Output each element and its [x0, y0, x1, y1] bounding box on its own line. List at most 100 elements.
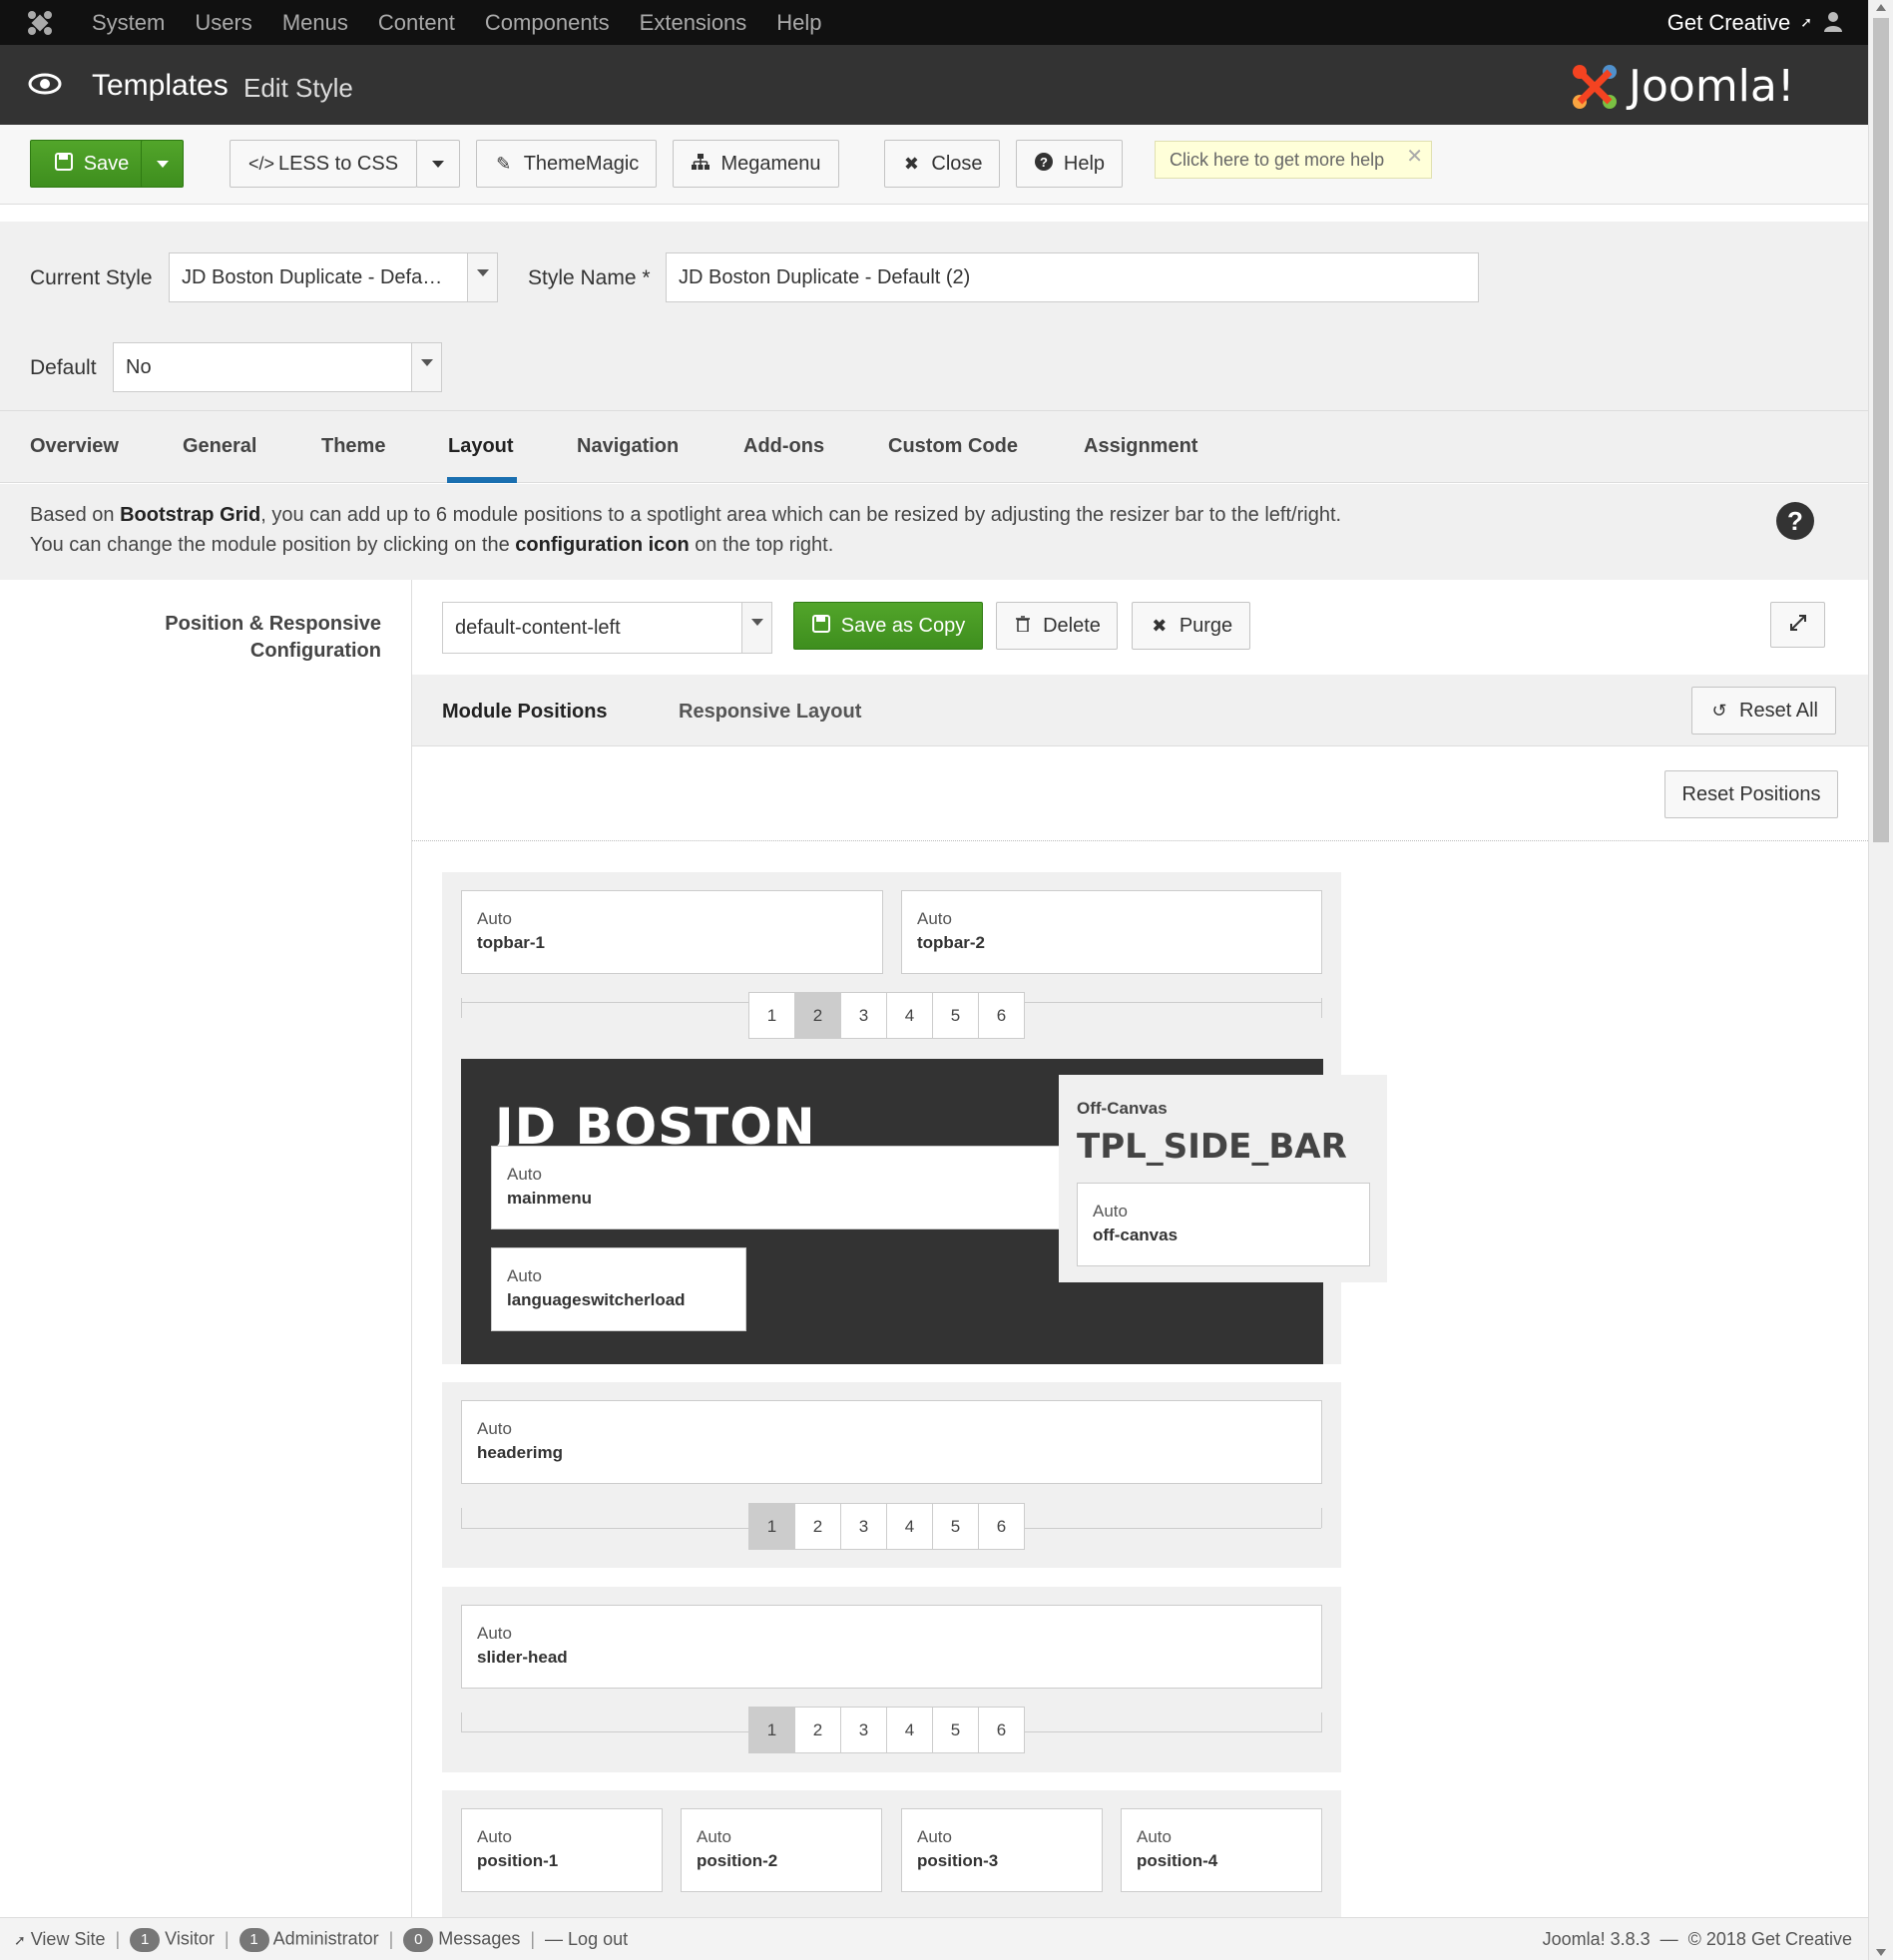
module-position-mainmenu[interactable]: Auto mainmenu: [491, 1146, 1087, 1229]
module-position-headerimg[interactable]: Auto headerimg: [461, 1400, 1322, 1484]
tab-overview[interactable]: Overview: [30, 435, 119, 458]
column-count-option[interactable]: 6: [978, 1707, 1025, 1753]
tab-theme[interactable]: Theme: [321, 435, 385, 458]
scroll-up-icon[interactable]: [1876, 4, 1886, 11]
delete-label: Delete: [1043, 614, 1101, 637]
view-site-link[interactable]: ➚ View Site: [14, 1929, 105, 1950]
column-count-option[interactable]: 2: [794, 1707, 841, 1753]
menu-content[interactable]: Content: [378, 10, 455, 36]
column-count-option[interactable]: 4: [886, 1503, 933, 1550]
undo-icon: ↺: [1711, 700, 1727, 721]
module-position-off-canvas[interactable]: Auto off-canvas: [1077, 1183, 1370, 1266]
tab-module-positions[interactable]: Module Positions: [442, 701, 608, 724]
tab-bar: Overview General Theme Layout Navigation…: [0, 411, 1868, 483]
scroll-down-icon[interactable]: [1876, 1949, 1886, 1956]
chevron-down-icon: [411, 343, 441, 391]
module-position-languageswitcherload[interactable]: Auto languageswitcherload: [491, 1247, 746, 1331]
site-link[interactable]: Get Creative ➚: [1667, 0, 1812, 45]
save-button[interactable]: Save: [30, 140, 152, 188]
less-to-css-button[interactable]: </> LESS to CSS: [230, 140, 417, 188]
tab-add-ons[interactable]: Add-ons: [743, 435, 824, 458]
visitor-count[interactable]: 1 Visitor: [130, 1927, 215, 1952]
reset-positions-button[interactable]: Reset Positions: [1664, 770, 1838, 818]
delete-button[interactable]: Delete: [996, 602, 1118, 650]
column-count-option[interactable]: 1: [748, 1503, 795, 1550]
top-menu-items: System Users Menus Content Components Ex…: [92, 0, 822, 45]
close-label: Close: [931, 152, 983, 175]
joomla-logo-text: Joomla!: [1629, 61, 1795, 112]
close-button[interactable]: ✖ Close: [884, 140, 1000, 188]
column-count-option[interactable]: 5: [932, 1707, 979, 1753]
fullscreen-button[interactable]: [1770, 602, 1825, 648]
tab-responsive-layout[interactable]: Responsive Layout: [679, 701, 861, 724]
layout-select[interactable]: default-content-left: [442, 602, 772, 654]
style-name-label: Style Name *: [528, 266, 651, 289]
code-icon: </>: [247, 153, 274, 174]
default-select[interactable]: No: [113, 342, 442, 392]
menu-menus[interactable]: Menus: [282, 10, 348, 36]
column-count-option[interactable]: 6: [978, 1503, 1025, 1550]
column-count-option[interactable]: 6: [978, 992, 1025, 1039]
page-title: Templates: [92, 69, 229, 102]
column-count-option[interactable]: 1: [748, 1707, 795, 1753]
column-count-option[interactable]: 5: [932, 1503, 979, 1550]
menu-extensions[interactable]: Extensions: [640, 10, 747, 36]
scrollbar-thumb[interactable]: [1873, 18, 1889, 842]
tab-custom-code[interactable]: Custom Code: [888, 435, 1018, 458]
menu-help[interactable]: Help: [776, 10, 821, 36]
active-tab-indicator: [447, 477, 517, 483]
chevron-down-icon: [741, 603, 771, 653]
megamenu-label: Megamenu: [720, 152, 821, 175]
menu-components[interactable]: Components: [485, 10, 610, 36]
page-subtitle: Edit Style: [243, 73, 353, 103]
default-value: No: [126, 355, 152, 378]
module-position-position-4[interactable]: Auto position-4: [1121, 1808, 1322, 1892]
page-scrollbar[interactable]: [1868, 0, 1893, 1960]
column-count-option[interactable]: 2: [794, 1503, 841, 1550]
menu-system[interactable]: System: [92, 10, 165, 36]
less-dropdown-button[interactable]: [416, 140, 460, 188]
tab-assignment[interactable]: Assignment: [1084, 435, 1197, 458]
administrator-count[interactable]: 1 Administrator: [238, 1927, 379, 1952]
column-count-picker: 1 2 3 4 5 6: [748, 992, 1025, 1039]
menu-users[interactable]: Users: [195, 10, 251, 36]
column-count-option[interactable]: 1: [748, 992, 795, 1039]
tab-general[interactable]: General: [183, 435, 256, 458]
module-position-position-1[interactable]: Auto position-1: [461, 1808, 663, 1892]
resizer-bar-edge: [1321, 1713, 1322, 1732]
thememagic-button[interactable]: ✎ ThemeMagic: [476, 140, 657, 188]
purge-button[interactable]: ✖ Purge: [1132, 602, 1250, 650]
current-style-select[interactable]: JD Boston Duplicate - Defa…: [169, 252, 498, 302]
column-count-option[interactable]: 3: [840, 992, 887, 1039]
style-name-input[interactable]: JD Boston Duplicate - Default (2): [666, 252, 1479, 302]
offcanvas-title: TPL_SIDE_BAR: [1077, 1127, 1347, 1167]
joomla-brand-icon[interactable]: [26, 9, 54, 37]
megamenu-button[interactable]: Megamenu: [673, 140, 839, 188]
column-count-option[interactable]: 2: [794, 992, 841, 1039]
module-position-position-2[interactable]: Auto position-2: [681, 1808, 882, 1892]
tab-navigation[interactable]: Navigation: [577, 435, 679, 458]
column-count-option[interactable]: 4: [886, 992, 933, 1039]
messages-count[interactable]: 0 Messages: [403, 1927, 520, 1952]
module-position-position-3[interactable]: Auto position-3: [901, 1808, 1103, 1892]
help-tooltip[interactable]: Click here to get more help ✕: [1155, 141, 1432, 179]
column-count-option[interactable]: 3: [840, 1707, 887, 1753]
help-circle-icon[interactable]: ?: [1776, 502, 1814, 540]
save-as-copy-button[interactable]: Save as Copy: [793, 602, 983, 650]
module-position-slider-head[interactable]: Auto slider-head: [461, 1605, 1322, 1689]
module-position-topbar-1[interactable]: Auto topbar-1: [461, 890, 883, 974]
reset-all-button[interactable]: ↺ Reset All: [1691, 687, 1836, 735]
dismiss-icon[interactable]: ✕: [1406, 144, 1423, 169]
column-count-option[interactable]: 3: [840, 1503, 887, 1550]
help-button[interactable]: ? Help: [1016, 140, 1123, 188]
column-count-option[interactable]: 4: [886, 1707, 933, 1753]
svg-text:?: ?: [1040, 155, 1048, 170]
tab-layout[interactable]: Layout: [448, 435, 514, 458]
save-dropdown-button[interactable]: [141, 140, 184, 188]
module-position-topbar-2[interactable]: Auto topbar-2: [901, 890, 1322, 974]
logout-link[interactable]: — Log out: [545, 1929, 628, 1950]
purge-label: Purge: [1179, 614, 1233, 637]
column-count-option[interactable]: 5: [932, 992, 979, 1039]
help-label: Help: [1063, 152, 1106, 175]
user-icon[interactable]: [1822, 10, 1844, 32]
